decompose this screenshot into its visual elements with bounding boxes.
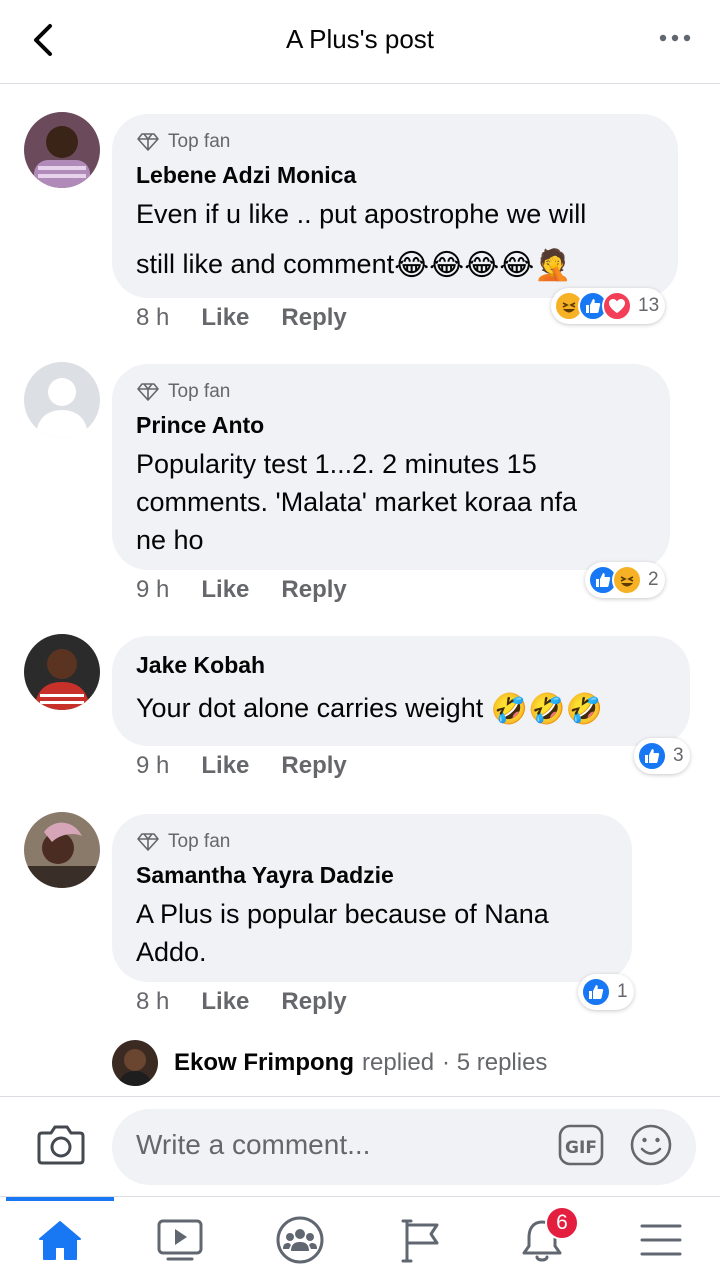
reaction-summary[interactable]: 1 bbox=[578, 974, 634, 1010]
like-reaction-icon bbox=[581, 977, 611, 1007]
comment-bubble: Top fan Lebene Adzi Monica Even if u lik… bbox=[112, 114, 678, 298]
diamond-icon bbox=[137, 833, 159, 851]
comment-bubble: Top fan Prince Anto Popularity test 1...… bbox=[112, 364, 670, 570]
page-title: A Plus's post bbox=[285, 24, 435, 54]
replies-count: · 5 replies bbox=[442, 1049, 548, 1076]
comment-text-line: Even if u like .. put apostrophe we will bbox=[136, 199, 587, 229]
emoji-sequence: 😂😂😂😂🤦 bbox=[394, 248, 572, 282]
bottom-tab-bar bbox=[0, 1196, 720, 1280]
reaction-summary[interactable]: 3 bbox=[634, 738, 690, 774]
reaction-summary[interactable]: 13 bbox=[551, 288, 666, 324]
comment-actions: 8 h Like Reply bbox=[136, 304, 379, 332]
camera-icon[interactable] bbox=[36, 1121, 86, 1167]
reaction-count: 1 bbox=[617, 981, 628, 1002]
like-button[interactable]: Like bbox=[201, 304, 249, 332]
comment-input[interactable]: Write a comment... bbox=[112, 1109, 696, 1185]
reply-button[interactable]: Reply bbox=[281, 752, 346, 780]
menu-hamburger-tab-icon[interactable] bbox=[636, 1215, 686, 1265]
comment-text-line: comments. 'Malata' market koraa nfa bbox=[136, 487, 577, 517]
reply-button[interactable]: Reply bbox=[281, 304, 346, 332]
comment-timestamp: 9 h bbox=[136, 576, 170, 603]
emoji-sequence: 🤣🤣🤣 bbox=[490, 692, 603, 726]
commenter-name[interactable]: Samantha Yayra Dadzie bbox=[136, 862, 608, 889]
emoji-icon[interactable] bbox=[630, 1124, 672, 1166]
top-fan-badge: Top fan bbox=[136, 130, 654, 154]
top-fan-badge: Top fan bbox=[136, 830, 608, 854]
comment-timestamp: 8 h bbox=[136, 988, 170, 1015]
comment-text-line: Your dot alone carries weight 🤣🤣🤣 bbox=[136, 692, 603, 726]
reply-button[interactable]: Reply bbox=[281, 576, 346, 604]
reply-button[interactable]: Reply bbox=[281, 988, 346, 1016]
comment-actions: 8 h Like Reply bbox=[136, 988, 379, 1016]
reaction-summary[interactable]: 2 bbox=[585, 562, 665, 598]
comment-composer: Write a comment... bbox=[0, 1096, 720, 1196]
love-reaction-icon bbox=[602, 291, 632, 321]
avatar[interactable] bbox=[24, 812, 100, 888]
active-tab-indicator bbox=[6, 1197, 114, 1201]
avatar[interactable] bbox=[24, 634, 100, 710]
commenter-name[interactable]: Jake Kobah bbox=[136, 652, 666, 679]
home-tab-icon[interactable] bbox=[35, 1215, 85, 1265]
diamond-icon bbox=[137, 133, 159, 151]
reaction-count: 2 bbox=[648, 569, 659, 590]
like-button[interactable]: Like bbox=[201, 988, 249, 1016]
like-reaction-icon bbox=[637, 741, 667, 771]
notifications-badge: 6 bbox=[545, 1206, 579, 1240]
comment-bubble: Top fan Samantha Yayra Dadzie A Plus is … bbox=[112, 814, 632, 982]
comment-timestamp: 9 h bbox=[136, 752, 170, 779]
haha-reaction-icon bbox=[612, 565, 642, 595]
reply-author-name: Ekow Frimpong bbox=[174, 1049, 354, 1076]
comment-text-line: A Plus is popular because of Nana bbox=[136, 899, 549, 929]
commenter-name[interactable]: Lebene Adzi Monica bbox=[136, 162, 654, 189]
comment-text-line: ne ho bbox=[136, 525, 204, 555]
view-replies-link[interactable]: Ekow Frimpong replied · 5 replies bbox=[112, 1040, 547, 1086]
comment-text-line: Addo. bbox=[136, 937, 207, 967]
avatar[interactable] bbox=[24, 362, 100, 438]
commenter-name[interactable]: Prince Anto bbox=[136, 412, 646, 439]
comment-actions: 9 h Like Reply bbox=[136, 752, 379, 780]
like-button[interactable]: Like bbox=[201, 752, 249, 780]
pages-flag-tab-icon[interactable] bbox=[396, 1215, 446, 1265]
reply-action-text: replied bbox=[362, 1049, 435, 1076]
svg-text:GIF: GIF bbox=[565, 1138, 597, 1158]
avatar bbox=[112, 1040, 158, 1086]
top-app-bar: A Plus's post bbox=[0, 0, 720, 84]
top-fan-badge: Top fan bbox=[136, 380, 646, 404]
comment-timestamp: 8 h bbox=[136, 304, 170, 331]
diamond-icon bbox=[137, 383, 159, 401]
watch-tab-icon[interactable] bbox=[155, 1215, 205, 1265]
more-options-icon[interactable] bbox=[658, 26, 692, 50]
like-button[interactable]: Like bbox=[201, 576, 249, 604]
comment-actions: 9 h Like Reply bbox=[136, 576, 379, 604]
reaction-count: 3 bbox=[673, 745, 684, 766]
comment-bubble: Jake Kobah Your dot alone carries weight… bbox=[112, 636, 690, 746]
reaction-count: 13 bbox=[638, 295, 660, 316]
gif-button[interactable]: GIF bbox=[558, 1124, 604, 1166]
comment-text-line: Popularity test 1...2. 2 minutes 15 bbox=[136, 449, 537, 479]
groups-tab-icon[interactable] bbox=[275, 1215, 325, 1265]
comment-text-line: still like and comment😂😂😂😂🤦 bbox=[136, 248, 572, 282]
avatar[interactable] bbox=[24, 112, 100, 188]
